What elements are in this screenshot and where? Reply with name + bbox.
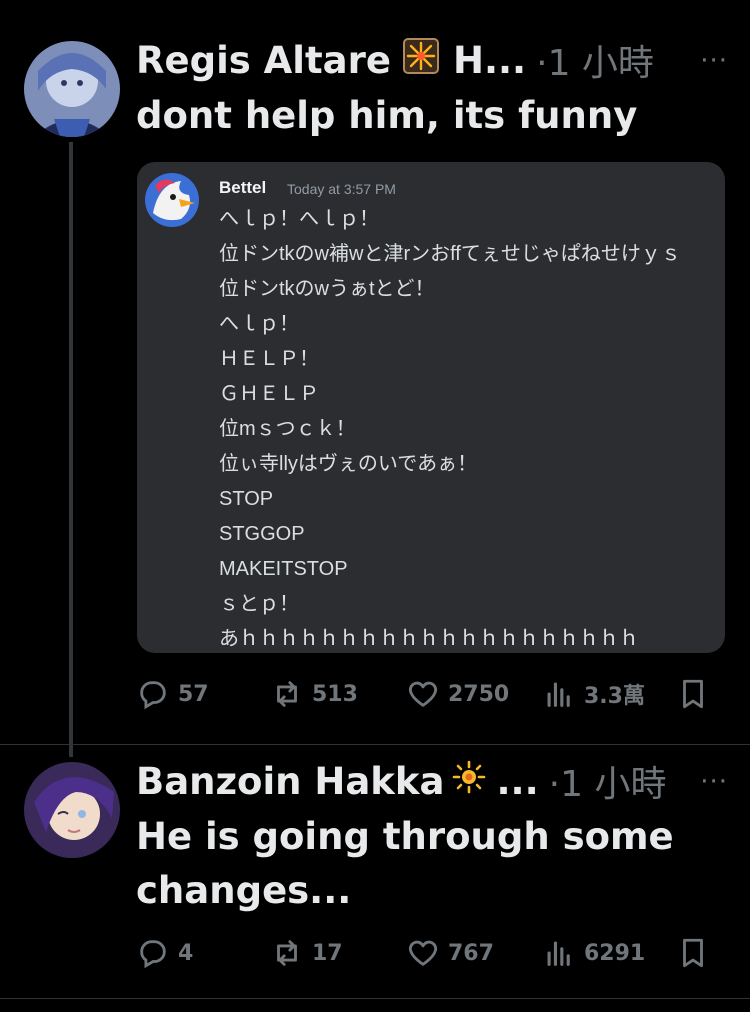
reply-count: 4	[178, 940, 194, 966]
author-name[interactable]: Banzoin Hakka	[136, 760, 444, 803]
post-text: He is going through some changes...	[136, 815, 674, 912]
post-text: dont help him, its funny	[136, 94, 638, 137]
repost-button[interactable]: 513	[270, 677, 358, 711]
embed-message-line: ＧＨＥＬＰ	[219, 383, 319, 405]
views-chart-icon	[547, 941, 570, 966]
repost-icon	[277, 681, 297, 707]
post-time[interactable]: ·1 小時	[536, 34, 654, 86]
repost-count: 17	[312, 940, 343, 966]
repost-count: 513	[312, 681, 358, 707]
like-count: 2750	[448, 681, 510, 707]
like-button[interactable]: 767	[406, 936, 494, 970]
firework-icon	[402, 37, 439, 83]
embed-message-line: へｌｐ！	[219, 313, 299, 335]
avatar-regis[interactable]	[24, 41, 120, 137]
views-button[interactable]: 3.3萬	[542, 677, 645, 711]
discord-screenshot-image[interactable]: Bettel Today at 3:57 PM へｌｐ！へｌｐ！ 位ドンtkのw…	[137, 162, 725, 653]
like-count: 767	[448, 940, 494, 966]
bookmark-icon	[683, 679, 703, 709]
embed-message-line: 位ドンtkのwうぁtとど！	[219, 278, 435, 300]
repost-icon	[277, 940, 297, 966]
author-name[interactable]: Regis Altare	[136, 39, 391, 82]
thread-connector-line	[69, 142, 73, 757]
embed-timestamp: Today at 3:57 PM	[287, 181, 396, 197]
reply-count: 57	[178, 681, 209, 707]
reply-button[interactable]: 4	[136, 936, 193, 970]
post-time[interactable]: ·1 小時	[549, 755, 667, 807]
embed-message-line: ｓとｐ！	[219, 593, 299, 615]
reply-button[interactable]: 57	[136, 677, 209, 711]
embed-message-line: ＨＥＬＰ！	[219, 348, 319, 370]
sun-icon	[452, 760, 486, 803]
post-divider	[0, 744, 750, 745]
bookmark-button[interactable]	[676, 677, 710, 711]
embed-message-line: 位ぃ寺llyはヴぇのいであぁ！	[219, 453, 478, 475]
embed-message-line: STGGOP	[219, 523, 305, 545]
view-count: 6291	[584, 940, 646, 966]
reply-icon	[140, 940, 166, 969]
author-name-truncated[interactable]: ...	[496, 760, 538, 803]
post-divider	[0, 998, 750, 999]
embed-message-list: へｌｐ！へｌｐ！ 位ドンtkのw補wと津rンおffてぇせじゃぱねせけｙｓ 位ドン…	[219, 202, 719, 653]
embed-message-line: あｈｈｈｈｈｈｈｈｈｈｈｈｈｈｈｈｈｈｈｈ	[219, 628, 639, 650]
heart-icon	[408, 681, 438, 707]
repost-button[interactable]: 17	[270, 936, 343, 970]
heart-icon	[408, 940, 438, 966]
bookmark-icon	[683, 938, 703, 968]
post-header: Banzoin Hakka ... ·1 小時	[136, 756, 666, 806]
avatar-banzoin-image	[24, 762, 120, 858]
embed-message-line: 位mｓつｃｋ！	[219, 418, 356, 440]
avatar-regis-image	[24, 41, 120, 137]
embed-message-line: 位ドンtkのw補wと津rンおffてぇせじゃぱねせけｙｓ	[219, 243, 681, 265]
more-options-button[interactable]: ···	[700, 46, 728, 76]
author-name-truncated[interactable]: H...	[453, 39, 526, 82]
view-count: 3.3萬	[584, 684, 645, 709]
reply-icon	[140, 681, 166, 710]
like-button[interactable]: 2750	[406, 677, 509, 711]
embed-author-name: Bettel	[219, 178, 267, 197]
avatar-banzoin[interactable]	[24, 762, 120, 858]
views-button[interactable]: 6291	[542, 936, 645, 970]
embed-message-line: へｌｐ！へｌｐ！	[219, 208, 379, 230]
post-actions: 57 513 2750 3.3萬	[136, 674, 726, 714]
embed-message-line: MAKEITSTOP	[219, 558, 348, 580]
post-actions: 4 17 767 6291	[136, 933, 726, 973]
more-options-button[interactable]: ···	[700, 767, 728, 797]
bookmark-button[interactable]	[676, 936, 710, 970]
embed-message-line: STOP	[219, 488, 274, 510]
bettel-avatar	[145, 173, 199, 227]
views-chart-icon	[547, 682, 570, 707]
post-header: Regis Altare H... ·1 小時	[136, 35, 654, 85]
